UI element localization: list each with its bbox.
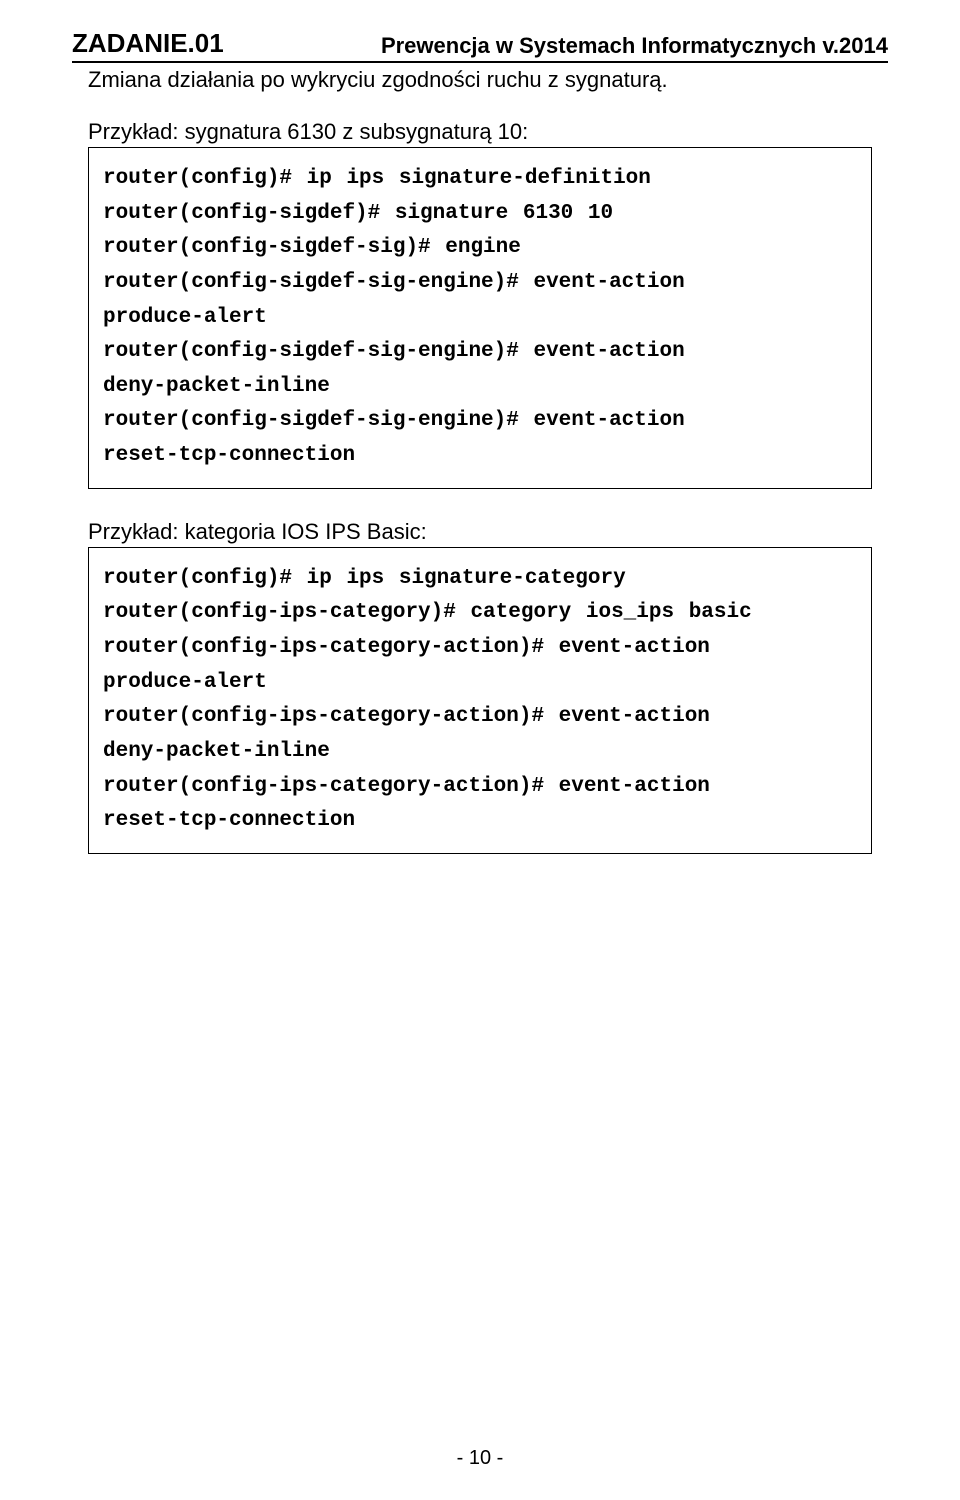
code-line: router(config-sigdef-sig-engine)# event-… [103, 266, 857, 301]
code-line: reset-tcp-connection [103, 804, 857, 839]
example2-codebox: router(config)# ip ips signature-categor… [88, 547, 872, 854]
section-subtitle: Zmiana działania po wykryciu zgodności r… [72, 67, 888, 93]
code-line: router(config-sigdef)# signature 6130 10 [103, 197, 857, 232]
example1-intro: Przykład: sygnatura 6130 z subsygnaturą … [72, 119, 888, 145]
code-line: router(config-ips-category-action)# even… [103, 770, 857, 805]
header-rule [72, 61, 888, 63]
code-line: router(config)# ip ips signature-categor… [103, 562, 857, 597]
code-line: router(config-sigdef-sig-engine)# event-… [103, 404, 857, 439]
header-title: Prewencja w Systemach Informatycznych v.… [381, 33, 888, 59]
code-line: reset-tcp-connection [103, 439, 857, 474]
code-line: router(config-ips-category-action)# even… [103, 700, 857, 735]
code-line: router(config-ips-category-action)# even… [103, 631, 857, 666]
code-line: deny-packet-inline [103, 370, 857, 405]
header-row: ZADANIE.01 Prewencja w Systemach Informa… [72, 28, 888, 61]
task-label: ZADANIE.01 [72, 28, 224, 59]
page-number: - 10 - [0, 1447, 960, 1470]
code-line: router(config)# ip ips signature-definit… [103, 162, 857, 197]
code-line: produce-alert [103, 301, 857, 336]
code-line: router(config-ips-category)# category io… [103, 596, 857, 631]
code-line: produce-alert [103, 666, 857, 701]
code-line: router(config-sigdef-sig)# engine [103, 231, 857, 266]
code-line: router(config-sigdef-sig-engine)# event-… [103, 335, 857, 370]
example2-intro: Przykład: kategoria IOS IPS Basic: [72, 519, 888, 545]
example1-codebox: router(config)# ip ips signature-definit… [88, 147, 872, 489]
code-line: deny-packet-inline [103, 735, 857, 770]
